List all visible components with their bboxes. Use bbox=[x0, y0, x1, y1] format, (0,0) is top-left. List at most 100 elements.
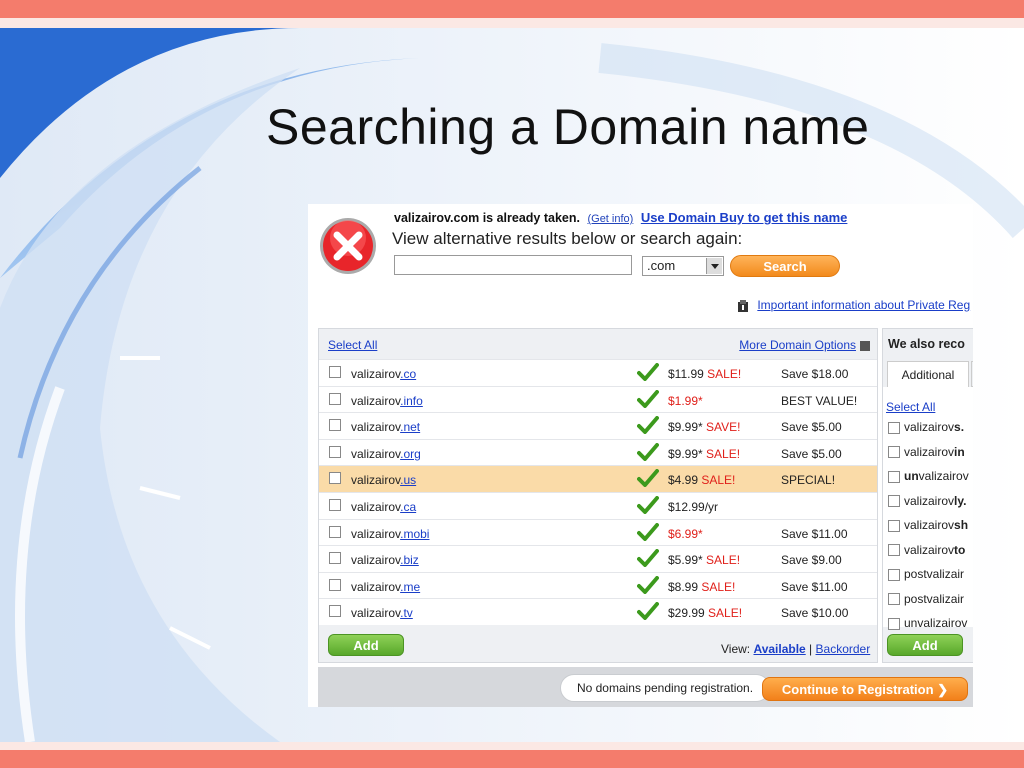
domain-tld-link[interactable]: .net bbox=[400, 420, 420, 434]
domain-tld-link[interactable]: .ca bbox=[400, 500, 416, 514]
row-checkbox[interactable] bbox=[329, 472, 341, 485]
tld-select-value: .com bbox=[647, 258, 676, 273]
row-checkbox[interactable] bbox=[329, 419, 341, 432]
row-checkbox[interactable] bbox=[329, 366, 341, 378]
domain-tld-link[interactable]: .co bbox=[400, 367, 416, 381]
table-row[interactable]: valizairov.biz $5.99* SALE! Save $9.00 bbox=[319, 545, 877, 572]
recommend-bold: in bbox=[954, 444, 965, 459]
row-checkbox[interactable] bbox=[329, 578, 341, 591]
tab-secondary[interactable] bbox=[971, 361, 973, 387]
continue-label: Continue to Registration bbox=[781, 682, 934, 697]
private-reg-info-link[interactable]: Important information about Private Reg bbox=[757, 298, 970, 312]
price: $8.99 SALE! bbox=[668, 580, 735, 594]
row-checkbox[interactable] bbox=[329, 445, 341, 458]
domain-tld-link[interactable]: .mobi bbox=[400, 527, 429, 541]
domain-base: valizairov bbox=[351, 367, 401, 381]
list-item[interactable]: unvalizairov bbox=[888, 469, 969, 483]
view-available-link[interactable]: Available bbox=[753, 642, 805, 656]
recommend-add-button[interactable]: Add bbox=[887, 634, 963, 656]
list-item[interactable]: postvalizair bbox=[888, 592, 964, 606]
view-separator: | bbox=[805, 642, 816, 656]
recommend-checkbox[interactable] bbox=[888, 495, 900, 508]
list-item[interactable]: postvalizair bbox=[888, 567, 964, 581]
view-backorder-link[interactable]: Backorder bbox=[816, 642, 871, 656]
list-item[interactable]: valizairovsh bbox=[888, 518, 968, 532]
recommend-checkbox[interactable] bbox=[888, 446, 900, 459]
row-checkbox[interactable] bbox=[329, 605, 341, 618]
slide-title: Searching a Domain name bbox=[266, 99, 870, 155]
recommend-checkbox[interactable] bbox=[888, 470, 900, 483]
price-value: $5.99* bbox=[668, 553, 703, 568]
table-row[interactable]: valizairov.net $9.99* SAVE! Save $5.00 bbox=[319, 412, 877, 439]
table-header: Select All More Domain Options bbox=[319, 329, 877, 359]
row-checkbox[interactable] bbox=[329, 392, 341, 405]
search-button[interactable]: Search bbox=[730, 255, 840, 277]
add-button[interactable]: Add bbox=[328, 634, 404, 656]
domain-base: valizairov bbox=[351, 499, 401, 514]
price: $9.99* SALE! bbox=[668, 447, 740, 461]
recommend-checkbox[interactable] bbox=[888, 617, 900, 630]
table-row[interactable]: valizairov.ca $12.99/yr bbox=[319, 491, 877, 519]
recommend-pre: postvalizair bbox=[904, 567, 965, 581]
list-item[interactable]: valizairovin bbox=[888, 445, 965, 459]
available-check-icon bbox=[637, 575, 659, 594]
row-checkbox[interactable] bbox=[329, 552, 341, 565]
recommend-pre: valizairov bbox=[904, 444, 955, 459]
domain-search-input[interactable] bbox=[394, 255, 632, 275]
list-item[interactable]: valizairovs. bbox=[888, 420, 964, 434]
table-row[interactable]: valizairov.tv $29.99 SALE! Save $10.00 bbox=[319, 598, 877, 625]
domain-name: valizairov.co bbox=[351, 367, 416, 381]
domain-tld-link[interactable]: .us bbox=[400, 473, 416, 487]
domain-tld-link[interactable]: .tv bbox=[400, 606, 413, 620]
domain-tld-link[interactable]: .biz bbox=[400, 553, 419, 567]
select-all-link[interactable]: Select All bbox=[328, 338, 377, 352]
private-reg-icon bbox=[738, 299, 748, 312]
more-domain-options-link[interactable]: More Domain Options bbox=[739, 338, 870, 352]
table-row[interactable]: valizairov.us $4.99 SALE! SPECIAL! bbox=[319, 465, 877, 492]
domain-name: valizairov.ca bbox=[351, 500, 416, 514]
recommend-checkbox[interactable] bbox=[888, 593, 900, 606]
available-check-icon bbox=[637, 549, 659, 568]
private-registration-info: Important information about Private Reg bbox=[736, 298, 970, 313]
table-row[interactable]: valizairov.mobi $6.99* Save $11.00 bbox=[319, 518, 877, 546]
price: $29.99 SALE! bbox=[668, 606, 742, 620]
list-item[interactable]: valizairovly. bbox=[888, 494, 966, 508]
recommend-select-all-link[interactable]: Select All bbox=[886, 400, 935, 414]
savings-note: BEST VALUE! bbox=[781, 393, 858, 408]
recommend-checkbox[interactable] bbox=[888, 568, 900, 581]
continue-registration-button[interactable]: Continue to Registration ❯ bbox=[762, 677, 968, 701]
row-checkbox[interactable] bbox=[329, 525, 341, 538]
price-tag: SALE! bbox=[702, 553, 741, 568]
tld-select[interactable]: .com bbox=[642, 256, 724, 276]
row-checkbox[interactable] bbox=[329, 498, 341, 511]
get-info-link[interactable]: (Get info) bbox=[587, 213, 633, 225]
recommendations-title: We also reco bbox=[888, 337, 965, 351]
domain-tld-link[interactable]: .info bbox=[400, 394, 423, 408]
domain-tld-link[interactable]: .me bbox=[400, 580, 420, 594]
chevron-down-icon[interactable] bbox=[706, 258, 722, 274]
domain-rows: valizairov.co $11.99 SALE! Save $18.00 vali… bbox=[319, 359, 877, 625]
recommend-checkbox[interactable] bbox=[888, 519, 900, 532]
available-check-icon bbox=[637, 469, 659, 488]
table-row[interactable]: valizairov.org $9.99* SALE! Save $5.00 bbox=[319, 438, 877, 466]
list-item[interactable]: unvalizairov bbox=[888, 616, 967, 630]
use-domain-buy-link[interactable]: Use Domain Buy to get this name bbox=[641, 210, 848, 225]
price: $5.99* SALE! bbox=[668, 553, 740, 567]
price-value: $9.99* bbox=[668, 420, 703, 435]
table-row[interactable]: valizairov.info $1.99* BEST VALUE! bbox=[319, 385, 877, 413]
view-filter: View: Available | Backorder bbox=[721, 642, 870, 656]
table-row[interactable]: valizairov.me $8.99 SALE! Save $11.00 bbox=[319, 571, 877, 599]
price-tag: SALE! bbox=[702, 446, 741, 461]
recommend-checkbox[interactable] bbox=[888, 544, 900, 557]
table-row[interactable]: valizairov.co $11.99 SALE! Save $18.00 bbox=[319, 359, 877, 386]
recommend-post: valizairov bbox=[918, 469, 969, 483]
tab-additional[interactable]: Additional bbox=[887, 361, 969, 387]
domain-name: valizairov.info bbox=[351, 394, 423, 408]
domain-name: valizairov.org bbox=[351, 447, 421, 461]
domain-tld-link[interactable]: .org bbox=[400, 447, 421, 461]
price-value: $12.99/yr bbox=[668, 499, 719, 514]
list-item[interactable]: valizairovto bbox=[888, 543, 965, 557]
domain-base: valizairov bbox=[351, 446, 401, 461]
recommend-checkbox[interactable] bbox=[888, 421, 900, 434]
price-value: $4.99 bbox=[668, 473, 699, 488]
